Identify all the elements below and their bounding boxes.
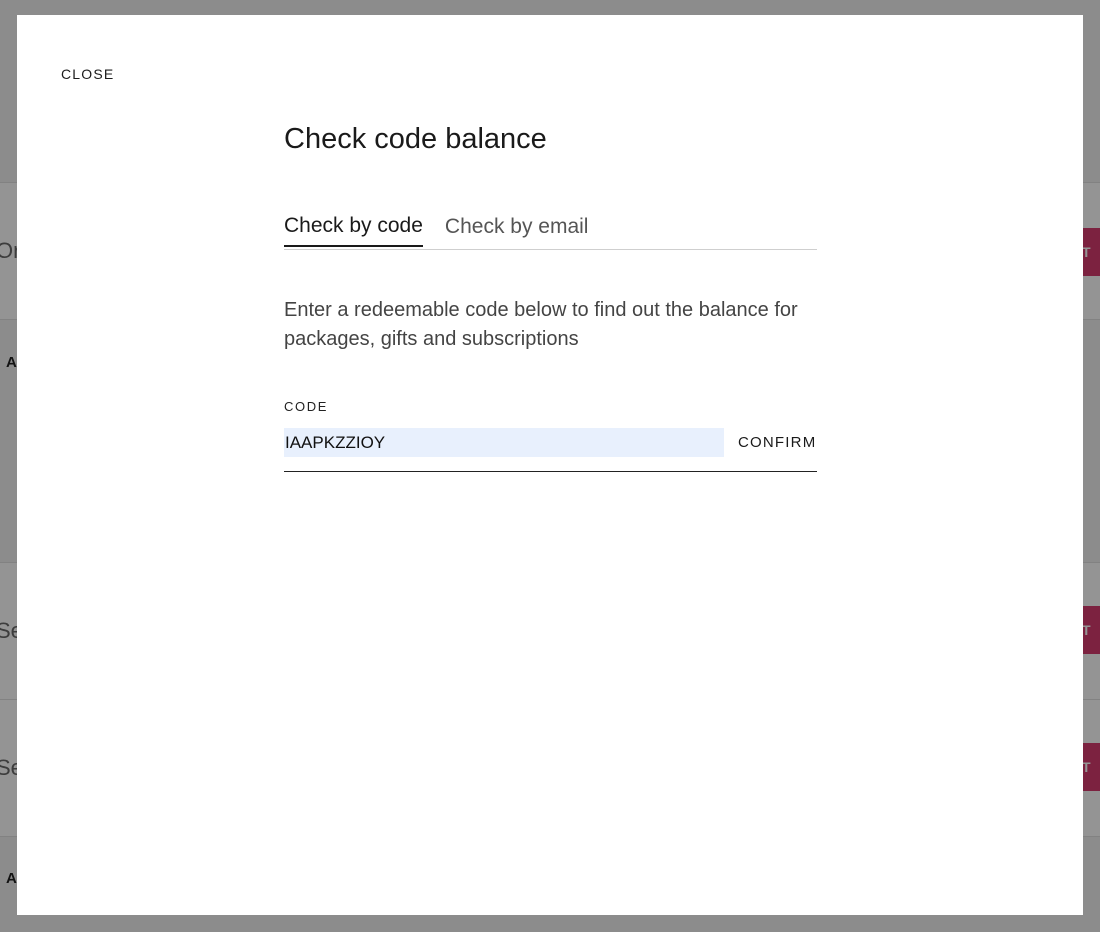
tab-check-by-code[interactable]: Check by code	[284, 207, 423, 247]
check-balance-modal: CLOSE Check code balance Check by code C…	[17, 15, 1083, 915]
code-field-label: CODE	[284, 399, 328, 414]
modal-title: Check code balance	[284, 123, 547, 155]
tab-bar: Check by code Check by email	[284, 207, 817, 250]
close-button[interactable]: CLOSE	[61, 66, 114, 82]
modal-content: Check code balance Check by code Check b…	[284, 119, 817, 472]
confirm-button[interactable]: CONFIRM	[738, 434, 816, 451]
code-input[interactable]	[284, 428, 724, 457]
tab-check-by-email[interactable]: Check by email	[445, 207, 600, 247]
code-field-row: CONFIRM	[284, 428, 817, 472]
instructions-text: Enter a redeemable code below to find ou…	[284, 299, 798, 350]
